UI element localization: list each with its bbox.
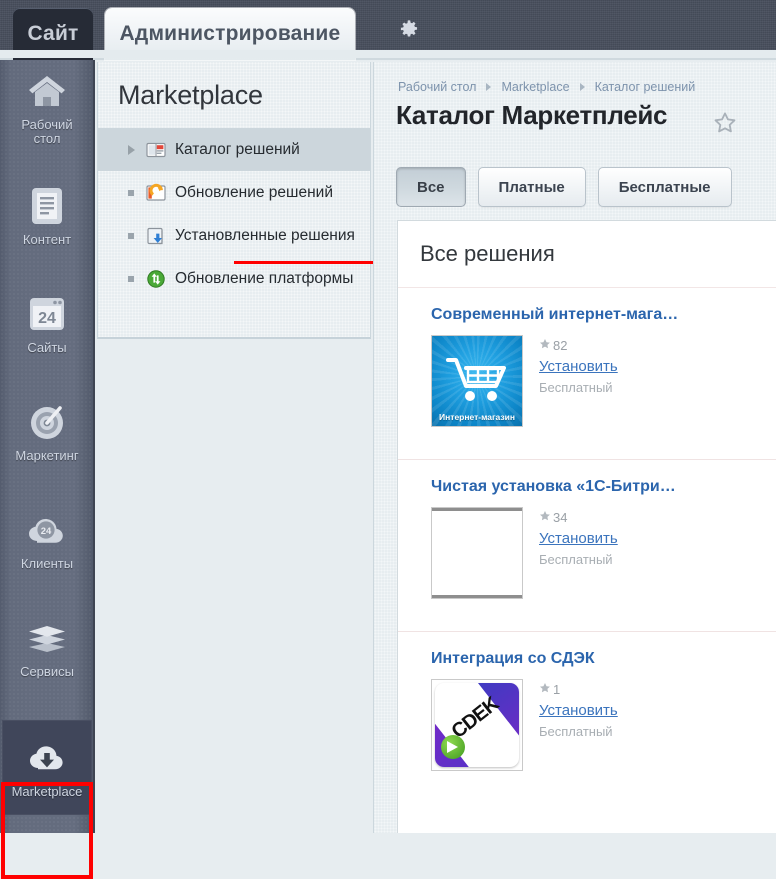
install-link[interactable]: Установить [539, 530, 618, 547]
breadcrumb: Рабочий стол Marketplace Каталог решений [398, 80, 695, 94]
solution-rating-value: 82 [553, 338, 568, 353]
svg-text:24: 24 [38, 310, 56, 327]
breadcrumb-separator-icon [486, 83, 492, 91]
menu-item-installed-solutions-label: Установленные решения [175, 226, 355, 244]
solutions-panel: Все решения Современный интернет-мага… И… [397, 220, 776, 833]
filter-tabs: Все Платные Бесплатные [396, 167, 732, 207]
top-bar: Сайт Администрирование [0, 0, 776, 60]
top-tab-site-label: Сайт [27, 22, 79, 45]
document-icon [25, 184, 69, 228]
sidebar-item-content-label: Контент [22, 232, 72, 247]
breadcrumb-item-catalog[interactable]: Каталог решений [595, 80, 696, 94]
svg-text:24: 24 [41, 526, 52, 537]
chevron-right-icon [116, 144, 146, 155]
window-24-icon: 24 [25, 292, 69, 336]
solution-name[interactable]: Чистая установка «1С-Битри… [431, 478, 776, 496]
menu-panel-title: Marketplace [118, 80, 263, 110]
solution-name[interactable]: Интеграция со СДЭК [431, 650, 776, 668]
solution-price: Бесплатный [539, 552, 613, 567]
tab-paid[interactable]: Платные [477, 167, 586, 207]
menu-item-installed-solutions[interactable]: Установленные решения [98, 214, 370, 257]
solution-meta: 1 Установить Бесплатный [539, 679, 618, 771]
bullet-icon [116, 275, 146, 282]
list-item[interactable]: Интеграция со СДЭК CDEK 1 Установить Бес… [398, 631, 776, 803]
sidebar-item-clients[interactable]: 24 Клиенты [2, 492, 92, 587]
solution-thumbnail[interactable] [431, 507, 523, 599]
menu-item-update-platform-label: Обновление платформы [175, 269, 354, 287]
tab-paid-label: Платные [498, 178, 565, 196]
tab-all-label: Все [417, 178, 445, 196]
tab-all[interactable]: Все [396, 167, 466, 207]
top-tab-admin-label: Администрирование [119, 22, 341, 45]
star-icon [539, 338, 551, 353]
menu-item-update-solutions-label: Обновление решений [175, 183, 333, 201]
topbar-bottom-strip [0, 50, 776, 58]
menu-item-catalog-label: Каталог решений [175, 140, 300, 158]
sidebar-item-clients-label: Клиенты [20, 556, 74, 571]
update-platform-icon [146, 269, 166, 289]
thumbnail-caption: Интернет-магазин [439, 412, 515, 422]
gear-icon[interactable] [392, 12, 426, 46]
sidebar-item-marketplace-label: Marketplace [11, 784, 83, 799]
tab-free[interactable]: Бесплатные [597, 167, 732, 207]
solution-price: Бесплатный [539, 724, 613, 739]
update-solutions-icon [146, 183, 166, 203]
sidebar-item-services-label: Сервисы [20, 664, 74, 679]
solution-rating: 1 [539, 682, 618, 697]
target-icon [25, 400, 69, 444]
list-item[interactable]: Современный интернет-мага… Интернет-мага… [398, 287, 776, 459]
installed-solutions-icon [146, 226, 166, 246]
solution-thumbnail[interactable]: CDEK [431, 679, 523, 771]
solutions-list: Современный интернет-мага… Интернет-мага… [398, 287, 776, 803]
left-icon-rail: Рабочий стол Контент 24 Сайты Маркетинг … [0, 60, 95, 879]
sidebar-item-content[interactable]: Контент [2, 168, 92, 263]
home-icon [25, 69, 69, 113]
breadcrumb-item-desktop[interactable]: Рабочий стол [398, 80, 476, 94]
sidebar-item-marketing-label: Маркетинг [15, 448, 79, 463]
sidebar-item-desktop[interactable]: Рабочий стол [2, 60, 92, 155]
blank-thumbnail-icon [432, 508, 522, 598]
solution-price: Бесплатный [539, 380, 613, 395]
star-icon [539, 510, 551, 525]
solution-rating-value: 34 [553, 510, 568, 525]
sidebar-item-sites-label: Сайты [27, 340, 67, 355]
catalog-icon [146, 140, 166, 160]
solution-name[interactable]: Современный интернет-мага… [431, 306, 776, 324]
sidebar-item-services[interactable]: Сервисы [2, 600, 92, 695]
solution-meta: 82 Установить Бесплатный [539, 335, 618, 427]
main-content-area: Рабочий стол Marketplace Каталог решений… [373, 62, 776, 833]
menu-item-catalog[interactable]: Каталог решений [98, 128, 370, 171]
sidebar-item-marketplace[interactable]: Marketplace [2, 720, 92, 815]
star-icon [539, 682, 551, 697]
online-shop-icon: Интернет-магазин [432, 336, 522, 426]
sidebar-item-sites[interactable]: 24 Сайты [2, 276, 92, 371]
solutions-heading: Все решения [420, 241, 555, 266]
cdek-logo-icon: CDEK [435, 683, 519, 767]
page-title: Каталог Маркетплейс [396, 100, 668, 130]
sidebar-item-marketing[interactable]: Маркетинг [2, 384, 92, 479]
cloud-24-icon: 24 [25, 508, 69, 552]
menu-list: Каталог решений Обновление решений Устан… [98, 128, 370, 300]
breadcrumb-item-marketplace[interactable]: Marketplace [501, 80, 569, 94]
install-link[interactable]: Установить [539, 358, 618, 375]
star-outline-icon[interactable] [712, 110, 738, 141]
bullet-icon [116, 232, 146, 239]
install-link[interactable]: Установить [539, 702, 618, 719]
sidebar-item-desktop-label: Рабочий стол [21, 117, 73, 146]
solution-rating: 34 [539, 510, 618, 525]
marketplace-menu-panel: Marketplace Каталог решений Обновление р… [97, 62, 436, 339]
layers-icon [25, 616, 69, 660]
bullet-icon [116, 189, 146, 196]
solution-rating-value: 1 [553, 682, 561, 697]
list-item[interactable]: Чистая установка «1С-Битри… 34 Установит… [398, 459, 776, 631]
solution-rating: 82 [539, 338, 618, 353]
breadcrumb-separator-icon [579, 83, 585, 91]
solution-thumbnail[interactable]: Интернет-магазин [431, 335, 523, 427]
menu-item-update-solutions[interactable]: Обновление решений [98, 171, 370, 214]
tab-free-label: Бесплатные [618, 178, 711, 196]
solution-meta: 34 Установить Бесплатный [539, 507, 618, 599]
cloud-download-icon [25, 736, 69, 780]
